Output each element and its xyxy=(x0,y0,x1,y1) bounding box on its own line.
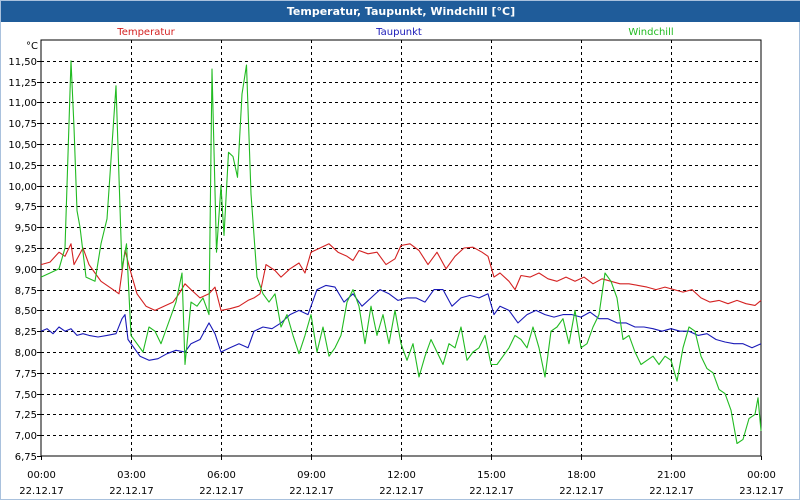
y-tick-label: 10,00 xyxy=(8,182,37,193)
x-tick-date: 22.12.17 xyxy=(649,486,694,497)
x-tick-date: 22.12.17 xyxy=(109,486,154,497)
x-tick-date: 22.12.17 xyxy=(559,486,604,497)
y-tick-label: 10,50 xyxy=(8,140,37,151)
y-tick-label: 8,25 xyxy=(15,327,37,338)
x-tick-date: 23.12.17 xyxy=(739,486,784,497)
y-tick-label: 7,50 xyxy=(15,390,37,401)
x-tick-date: 22.12.17 xyxy=(19,486,64,497)
y-tick-label: 11,25 xyxy=(8,78,37,89)
y-tick-label: 10,25 xyxy=(8,161,37,172)
x-tick-time: 00:00 xyxy=(747,470,776,481)
chart-window: Temperatur, Taupunkt, Windchill [°C] 11,… xyxy=(0,0,800,500)
x-tick-time: 03:00 xyxy=(117,470,146,481)
x-tick-time: 06:00 xyxy=(207,470,236,481)
y-tick-label: 6,75 xyxy=(15,452,37,463)
x-tick-time: 18:00 xyxy=(567,470,596,481)
y-tick-label: 7,25 xyxy=(15,410,37,421)
x-tick-date: 22.12.17 xyxy=(379,486,424,497)
x-tick-date: 22.12.17 xyxy=(289,486,334,497)
x-tick-time: 09:00 xyxy=(297,470,326,481)
x-tick-date: 22.12.17 xyxy=(469,486,514,497)
y-tick-label: 9,75 xyxy=(15,202,37,213)
x-tick-time: 00:00 xyxy=(27,470,56,481)
y-tick-label: 7,75 xyxy=(15,369,37,380)
y-unit-label: °C xyxy=(26,41,38,52)
y-tick-label: 10,75 xyxy=(8,119,37,130)
x-tick-time: 15:00 xyxy=(477,470,506,481)
y-tick-label: 11,00 xyxy=(8,98,37,109)
y-tick-label: 8,50 xyxy=(15,306,37,317)
legend-temperatur: Temperatur xyxy=(116,27,175,38)
y-tick-label: 9,00 xyxy=(15,265,37,276)
legend-taupunkt: Taupunkt xyxy=(375,27,422,38)
x-tick-date: 22.12.17 xyxy=(199,486,244,497)
y-tick-label: 8,75 xyxy=(15,286,37,297)
legend-windchill: Windchill xyxy=(628,27,673,38)
y-tick-label: 9,50 xyxy=(15,223,37,234)
x-tick-time: 21:00 xyxy=(657,470,686,481)
y-tick-label: 7,00 xyxy=(15,431,37,442)
chart-svg: 11,50 11,25 11,00 10,75 10,50 10,25 10,00 9,75 9… xyxy=(8,27,784,497)
y-tick-label: 9,25 xyxy=(15,244,37,255)
y-tick-label: 11,50 xyxy=(8,57,37,68)
x-tick-time: 12:00 xyxy=(387,470,416,481)
y-tick-label: 8,00 xyxy=(15,348,37,359)
